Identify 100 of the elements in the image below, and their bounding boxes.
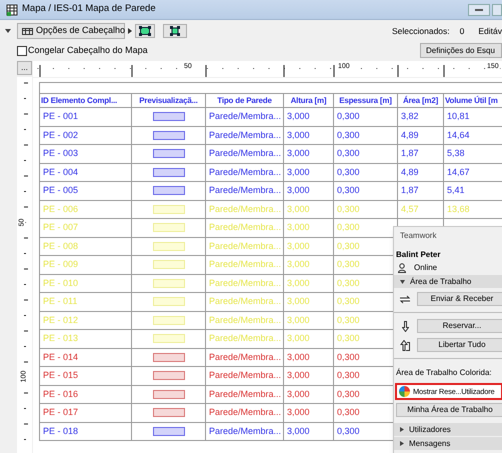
wall-preview-swatch — [152, 297, 184, 306]
wall-preview-swatch — [152, 278, 184, 288]
table-cell-text: 14,64 — [447, 128, 470, 142]
table-cell-text: 0,300 — [337, 314, 360, 326]
table-cell-text: Parede/Membra... — [209, 369, 282, 382]
my-workspace-button[interactable]: Minha Área de Trabalho — [396, 403, 502, 417]
selected-label: Seleccionados: — [392, 24, 450, 38]
fit-rows-button[interactable] — [163, 24, 187, 38]
table-cell-text: 3,000 — [287, 350, 310, 364]
table-cell-text: 5,38 — [447, 147, 465, 160]
column-header: Espessura [m] — [334, 94, 398, 108]
table-cell-text: 3,000 — [287, 332, 310, 345]
submenu-arrow-icon — [128, 28, 132, 34]
column-header: Área [m2] — [398, 94, 444, 108]
table-cell-text: PE - 012 — [43, 314, 78, 326]
table-cell-text: 1,87 — [401, 147, 419, 160]
fit-columns-button[interactable] — [135, 24, 155, 38]
freeze-label: Congelar Cabeçalho do Mapa — [28, 44, 148, 57]
table-cell-text: PE - 015 — [43, 369, 78, 382]
freeze-checkbox[interactable] — [17, 46, 27, 56]
table-cell-text: PE - 013 — [43, 332, 78, 345]
user-name: Balint Peter — [395, 249, 442, 261]
table-cell-text: 3,000 — [287, 276, 310, 290]
section-header[interactable]: Mensagens — [394, 437, 502, 450]
table-cell-text: PE - 010 — [43, 276, 78, 290]
table-cell-text: 4,57 — [401, 202, 419, 216]
table-cell-text: 0,300 — [337, 424, 360, 438]
table-cell-text: Parede/Membra... — [209, 184, 282, 197]
wall-preview-swatch — [152, 149, 184, 158]
menu-caret-icon[interactable] — [5, 29, 11, 33]
column-header: Tipo de Parede — [206, 94, 284, 108]
table-cell-text: 0,300 — [337, 295, 360, 308]
table-cell-text: Parede/Membra... — [209, 276, 282, 290]
minimize-button[interactable] — [468, 4, 490, 16]
wall-preview-swatch — [152, 371, 184, 380]
table-cell-text: PE - 002 — [43, 128, 78, 142]
table-cell-text: Parede/Membra... — [209, 128, 282, 142]
table-cell-text: Parede/Membra... — [209, 424, 282, 438]
editable-label: Editáv — [478, 24, 502, 38]
section-header[interactable]: Área de Trabalho — [394, 275, 502, 288]
table-cell-text: PE - 007 — [43, 221, 78, 234]
table-cell-text: PE - 018 — [43, 424, 78, 438]
table-cell-text: 0,300 — [337, 147, 360, 160]
send-receive-icon — [399, 294, 411, 304]
table-cell-text: 3,000 — [287, 221, 310, 234]
table-cell-text: Parede/Membra... — [209, 110, 282, 123]
table-cell-text: 14,67 — [447, 166, 470, 178]
wall-preview-swatch — [152, 316, 184, 325]
release-icon — [400, 340, 410, 350]
user-icon — [398, 263, 406, 273]
table-cell-text: 0,300 — [337, 240, 360, 252]
table-cell-text: PE - 003 — [43, 147, 78, 160]
scheme-settings-button[interactable]: Definições do Esqu — [420, 43, 502, 58]
table-cell-text: 3,000 — [287, 424, 310, 438]
wall-preview-swatch — [152, 260, 184, 270]
table-cell-text: PE - 001 — [43, 110, 78, 123]
caret-down-icon — [400, 280, 405, 284]
release-all-button[interactable]: Libertar Tudo — [417, 338, 502, 352]
table-cell-text: 0,300 — [337, 128, 360, 142]
wall-preview-swatch — [152, 352, 184, 362]
table-cell-text: 0,300 — [337, 369, 360, 382]
table-cell-text: Parede/Membra... — [209, 147, 282, 160]
table-cell-text: 5,41 — [447, 184, 465, 197]
status-text: Online — [414, 262, 438, 274]
window-title: Mapa / IES-01 Mapa de Parede — [22, 2, 156, 16]
wall-preview-swatch — [152, 130, 184, 140]
wall-preview-swatch — [152, 112, 184, 122]
table-cell-text: 3,000 — [287, 147, 310, 160]
selected-count: 0 — [460, 24, 464, 38]
table-cell-text: Parede/Membra... — [209, 388, 282, 400]
table-cell-text: 0,300 — [337, 332, 360, 345]
table-cell-text: 13,68 — [447, 202, 470, 216]
arrow-down-icon — [402, 320, 408, 332]
wall-preview-swatch — [152, 204, 184, 214]
table-cell-text: PE - 014 — [43, 350, 78, 364]
wall-preview-swatch — [152, 223, 184, 232]
table-cell-text: 3,000 — [287, 128, 310, 142]
table-header-icon — [22, 26, 33, 36]
table-cell-text: 4,89 — [401, 128, 419, 142]
wall-preview-swatch — [152, 186, 184, 196]
caret-right-icon — [400, 441, 404, 446]
send-receive-button[interactable]: Enviar & Receber — [417, 292, 502, 306]
table-cell-text: 0,300 — [337, 202, 360, 216]
table-cell-text: Parede/Membra... — [209, 240, 282, 252]
table-cell-text: 0,300 — [337, 350, 360, 364]
reserve-button[interactable]: Reservar... — [417, 319, 502, 333]
table-cell-text: Parede/Membra... — [209, 314, 282, 326]
table-cell-text: 3,000 — [287, 406, 310, 419]
caret-right-icon — [400, 427, 404, 432]
section-header[interactable]: Utilizadores — [394, 423, 502, 436]
column-header: ID Elemento Compl... — [40, 94, 132, 108]
wall-preview-swatch — [152, 426, 184, 436]
table-cell-text: 1,87 — [401, 184, 419, 197]
table-cell-text: PE - 005 — [43, 184, 78, 197]
ruler-options-button[interactable]: ... — [17, 61, 32, 75]
frame-icon — [139, 26, 151, 36]
table-cell-text: 10,81 — [447, 110, 470, 123]
table-cell-text: 3,82 — [401, 110, 419, 123]
table-cell-text: Parede/Membra... — [209, 258, 282, 271]
table-cell-text: 3,000 — [287, 369, 310, 382]
